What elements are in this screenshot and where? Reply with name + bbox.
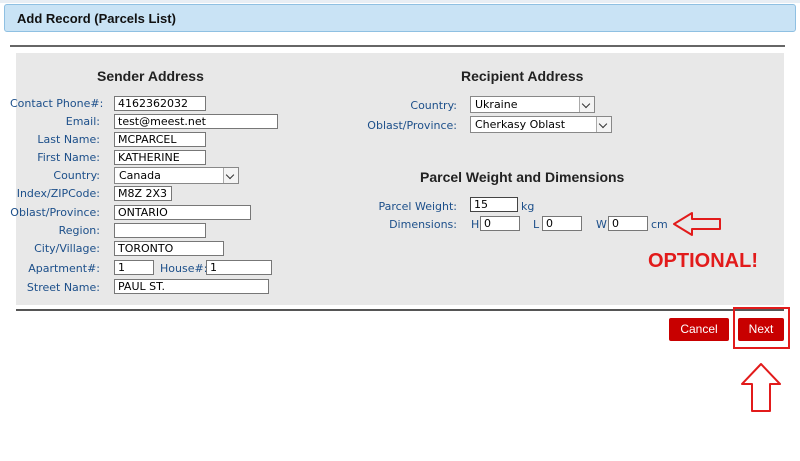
last-name-label: Last Name:: [37, 133, 100, 146]
top-strip: [0, 0, 800, 3]
recipient-country-label: Country:: [410, 99, 457, 112]
province-input[interactable]: ONTARIO: [114, 205, 251, 220]
contact-phone-input[interactable]: 4162362032: [114, 96, 206, 111]
next-highlight-box: [733, 307, 790, 349]
recipient-oblast-value: Cherkasy Oblast: [475, 118, 566, 131]
arrow-left-icon: [673, 212, 721, 236]
optional-annotation: OPTIONAL!: [648, 250, 758, 272]
dialog-titlebar: Add Record (Parcels List): [4, 4, 796, 32]
country-label: Country:: [53, 169, 100, 182]
street-label: Street Name:: [26, 281, 100, 294]
dimension-unit: cm: [651, 218, 668, 231]
zip-input[interactable]: M8Z 2X3: [114, 186, 172, 201]
apartment-input[interactable]: 1: [114, 260, 154, 275]
length-label: L: [533, 218, 540, 231]
weight-unit: kg: [521, 200, 535, 213]
arrow-up-icon: [741, 363, 781, 412]
bottom-divider: [16, 309, 784, 311]
recipient-oblast-label: Oblast/Province:: [367, 119, 457, 132]
chevron-down-icon[interactable]: [596, 117, 611, 132]
sender-country-value: Canada: [119, 169, 161, 182]
recipient-country-select[interactable]: Ukraine: [470, 96, 595, 113]
width-label: W: [596, 218, 607, 231]
sender-country-select[interactable]: Canada: [114, 167, 239, 184]
region-input[interactable]: [114, 223, 206, 238]
province-label: Oblast/Province:: [10, 206, 100, 219]
width-input[interactable]: 0: [608, 216, 648, 231]
parcel-heading: Parcel Weight and Dimensions: [420, 169, 625, 185]
email-label: Email:: [65, 115, 100, 128]
apartment-label: Apartment#:: [28, 262, 100, 275]
height-label: H: [471, 218, 480, 231]
city-input[interactable]: TORONTO: [114, 241, 224, 256]
street-input[interactable]: PAUL ST.: [114, 279, 269, 294]
top-divider: [10, 45, 785, 47]
length-input[interactable]: 0: [542, 216, 582, 231]
contact-phone-label: Contact Phone#:: [10, 97, 104, 110]
email-input[interactable]: test@meest.net: [114, 114, 278, 129]
height-input[interactable]: 0: [480, 216, 520, 231]
parcel-weight-label: Parcel Weight:: [378, 200, 457, 213]
last-name-input[interactable]: MCPARCEL: [114, 132, 206, 147]
house-input[interactable]: 1: [206, 260, 272, 275]
first-name-input[interactable]: KATHERINE: [114, 150, 206, 165]
recipient-oblast-select[interactable]: Cherkasy Oblast: [470, 116, 612, 133]
dialog-title: Add Record (Parcels List): [17, 11, 176, 26]
cancel-button[interactable]: Cancel: [669, 318, 729, 341]
chevron-down-icon[interactable]: [223, 168, 238, 183]
recipient-heading: Recipient Address: [461, 68, 584, 84]
region-label: Region:: [58, 224, 100, 237]
parcel-weight-input[interactable]: 15: [470, 197, 518, 212]
chevron-down-icon[interactable]: [579, 97, 594, 112]
recipient-country-value: Ukraine: [475, 98, 518, 111]
zip-label: Index/ZIPCode:: [16, 187, 100, 200]
sender-heading: Sender Address: [97, 68, 204, 84]
first-name-label: First Name:: [37, 151, 100, 164]
city-label: City/Village:: [34, 242, 100, 255]
dimensions-label: Dimensions:: [389, 218, 457, 231]
house-label: House#:: [160, 262, 208, 275]
